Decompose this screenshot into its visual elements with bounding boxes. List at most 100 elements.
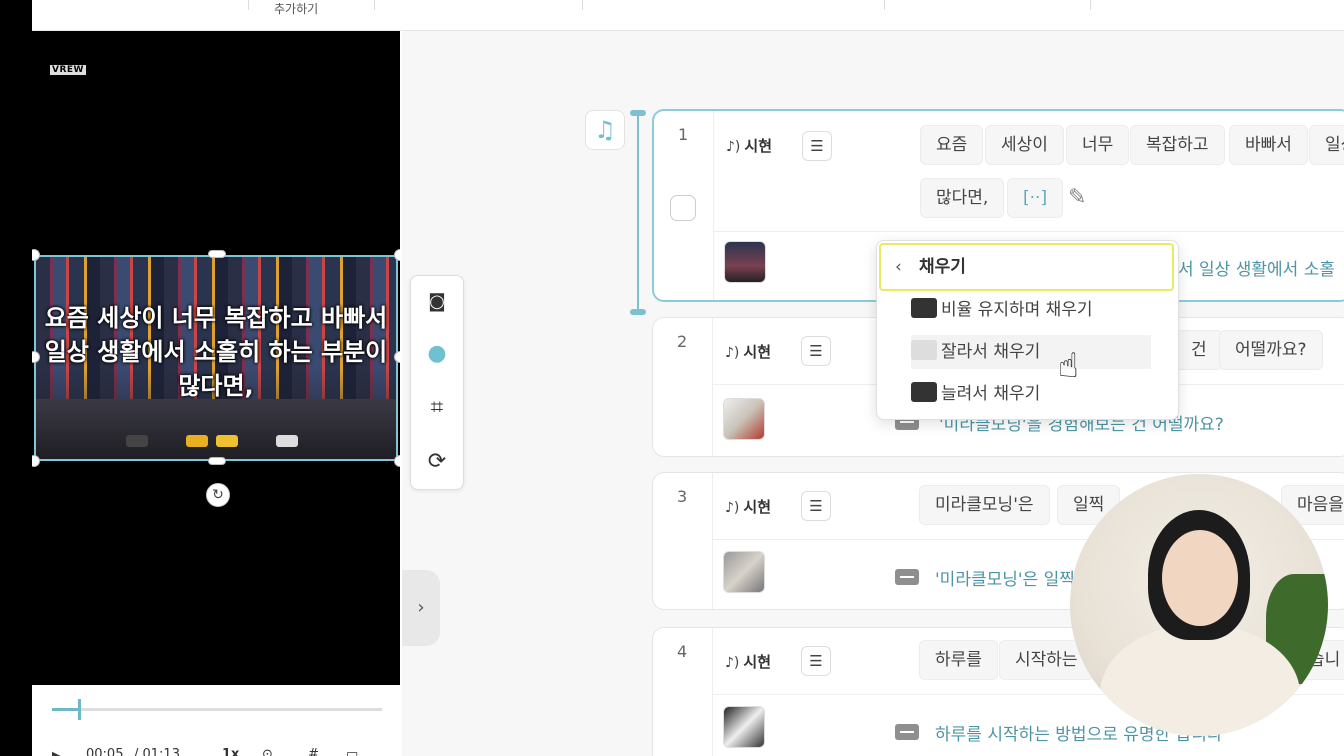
word-chip[interactable]: 너무 [1066,125,1130,165]
vrew-logo: VREW [50,65,86,75]
fill-option-stretch[interactable]: 늘려서 채우기 [911,377,1040,411]
clip-number: 1 [678,125,689,144]
layers-icon[interactable]: ● [411,332,463,376]
clip-divider [713,111,714,300]
word-chip[interactable]: 요즘 [920,125,984,165]
clip-divider [712,318,713,456]
crop-icon[interactable]: ⌗ [411,386,463,430]
word-chip[interactable]: 복잡하고 [1130,125,1225,165]
clip-range-bottom-handle[interactable] [630,309,646,315]
word-chip[interactable]: 바빠서 [1229,125,1308,165]
rotate-icon[interactable]: ↻ [206,483,230,507]
clip-divider [712,628,713,756]
speaker-settings-icon[interactable]: ☰ [802,131,832,161]
media-tool-strip: ◙ ● ⌗ ⟳ [410,275,464,490]
taxi-graphic [216,435,238,447]
resize-handle-bottom-left[interactable] [32,455,40,467]
speaker-icon: ♪) [726,139,741,155]
video-preview[interactable]: VREW 요즘 세상이 너무 복잡하고 바빠서 일상 생활에서 소홀히 하는 부… [32,31,400,685]
clip-thumbnail[interactable] [724,241,766,283]
subtitle-toggle-icon[interactable]: ▭ [346,747,358,756]
word-chip[interactable]: 많다면, [920,178,1005,218]
speaker-settings-icon[interactable]: ☰ [801,491,831,521]
resize-handle-right[interactable] [394,351,400,363]
word-chip[interactable]: 어떨까요? [1219,330,1323,370]
add-button[interactable]: 추가하기 [274,0,318,17]
playback-timeline[interactable] [52,699,382,720]
speaker-icon: ♪) [725,500,740,516]
speaker-icon: ♪) [725,345,740,361]
resize-handle-top-right[interactable] [394,249,400,261]
toolbar-divider [582,0,583,10]
clip-range-line [637,113,639,312]
fill-options-menu: ‹ 채우기 비율 유지하며 채우기 잘라서 채우기 늘려서 채우기 [876,240,1179,420]
speaker-name: 시현 [743,498,772,516]
street-graphic [36,399,396,459]
subtitle-icon [895,724,919,740]
screenshot-icon[interactable]: ⊙ [262,747,273,756]
preview-subtitle: 요즘 세상이 너무 복잡하고 바빠서 일상 생활에서 소홀히 하는 부분이 많다… [44,304,388,400]
grid-icon[interactable]: # [308,747,319,756]
fill-option-keep-ratio[interactable]: 비율 유지하며 채우기 [911,293,1093,327]
toolbar-divider [1090,0,1091,10]
menu-item-label: 비율 유지하며 채우기 [941,300,1093,320]
resize-handle-bottom-right[interactable] [394,455,400,467]
clip-subtitle[interactable]: 서 일상 생활에서 소홀 [1178,255,1335,280]
toolbar-divider [248,0,249,10]
clip-thumbnail[interactable] [723,706,765,748]
speed-button[interactable]: 1x [222,747,239,756]
clip-thumbnail[interactable] [723,398,765,440]
clip-checkbox[interactable] [670,195,696,221]
timeline-scrubber[interactable] [78,699,81,720]
word-chip[interactable]: 일상 [1309,125,1344,165]
image-fill-icon[interactable]: ◙ [411,280,463,324]
replace-icon[interactable]: ⟳ [411,440,463,484]
word-chip[interactable]: 미라클모닝'은 [919,485,1050,525]
clip-thumbnail[interactable] [723,551,765,593]
speaker-name: 시현 [743,343,772,361]
webcam-overlay [1070,474,1328,736]
presenter-face [1162,530,1238,626]
speaker-name: 시현 [744,137,773,155]
window-left-edge [0,0,32,756]
clip-subtitle[interactable]: '미라클모닝'은 일찍 [935,565,1075,590]
word-chip[interactable]: 세상이 [985,125,1064,165]
speaker-name: 시현 [743,653,772,671]
word-chip[interactable]: 하루를 [919,640,998,680]
toolbar-divider [374,0,375,10]
menu-item-label: 잘라서 채우기 [941,342,1041,362]
speaker-settings-icon[interactable]: ☰ [801,336,831,366]
speaker-icon: ♪) [725,655,740,671]
speaker-settings-icon[interactable]: ☰ [801,646,831,676]
fit-ratio-icon [911,298,937,318]
play-icon[interactable]: ▶ [52,747,64,756]
speaker-label[interactable]: ♪) 시현 [725,651,771,672]
clip-number: 2 [677,332,688,351]
expand-panel-button[interactable]: › [402,570,440,646]
hand-cursor-icon: ☝ [1058,346,1079,386]
resize-handle-top[interactable] [208,250,226,258]
clip-divider [713,231,1344,232]
resize-handle-bottom[interactable] [208,457,226,465]
fill-option-crop[interactable]: 잘라서 채우기 [911,335,1151,369]
speaker-label[interactable]: ♪) 시현 [725,496,771,517]
speaker-label[interactable]: ♪) 시현 [725,341,771,362]
clip-range-top-handle[interactable] [630,110,646,116]
speaker-label[interactable]: ♪) 시현 [726,135,772,156]
toolbar-divider [884,0,885,10]
car-graphic [126,435,148,447]
taxi-graphic [186,435,208,447]
edit-pencil-icon[interactable]: ✎ [1068,185,1086,210]
music-note-icon[interactable]: ♫ [585,110,625,150]
silence-chip[interactable]: [··] [1007,178,1064,218]
clip-number: 3 [677,487,688,506]
crop-fill-icon [911,340,937,360]
clip-number: 4 [677,642,688,661]
fill-menu-header[interactable]: ‹ 채우기 [879,243,1174,291]
word-chip[interactable]: 건 [1175,330,1223,370]
back-chevron-icon: ‹ [895,257,902,277]
fill-menu-title: 채우기 [919,257,966,277]
stretch-fill-icon [911,382,937,402]
current-time: 00:05 [86,747,124,756]
menu-item-label: 늘려서 채우기 [941,384,1041,404]
